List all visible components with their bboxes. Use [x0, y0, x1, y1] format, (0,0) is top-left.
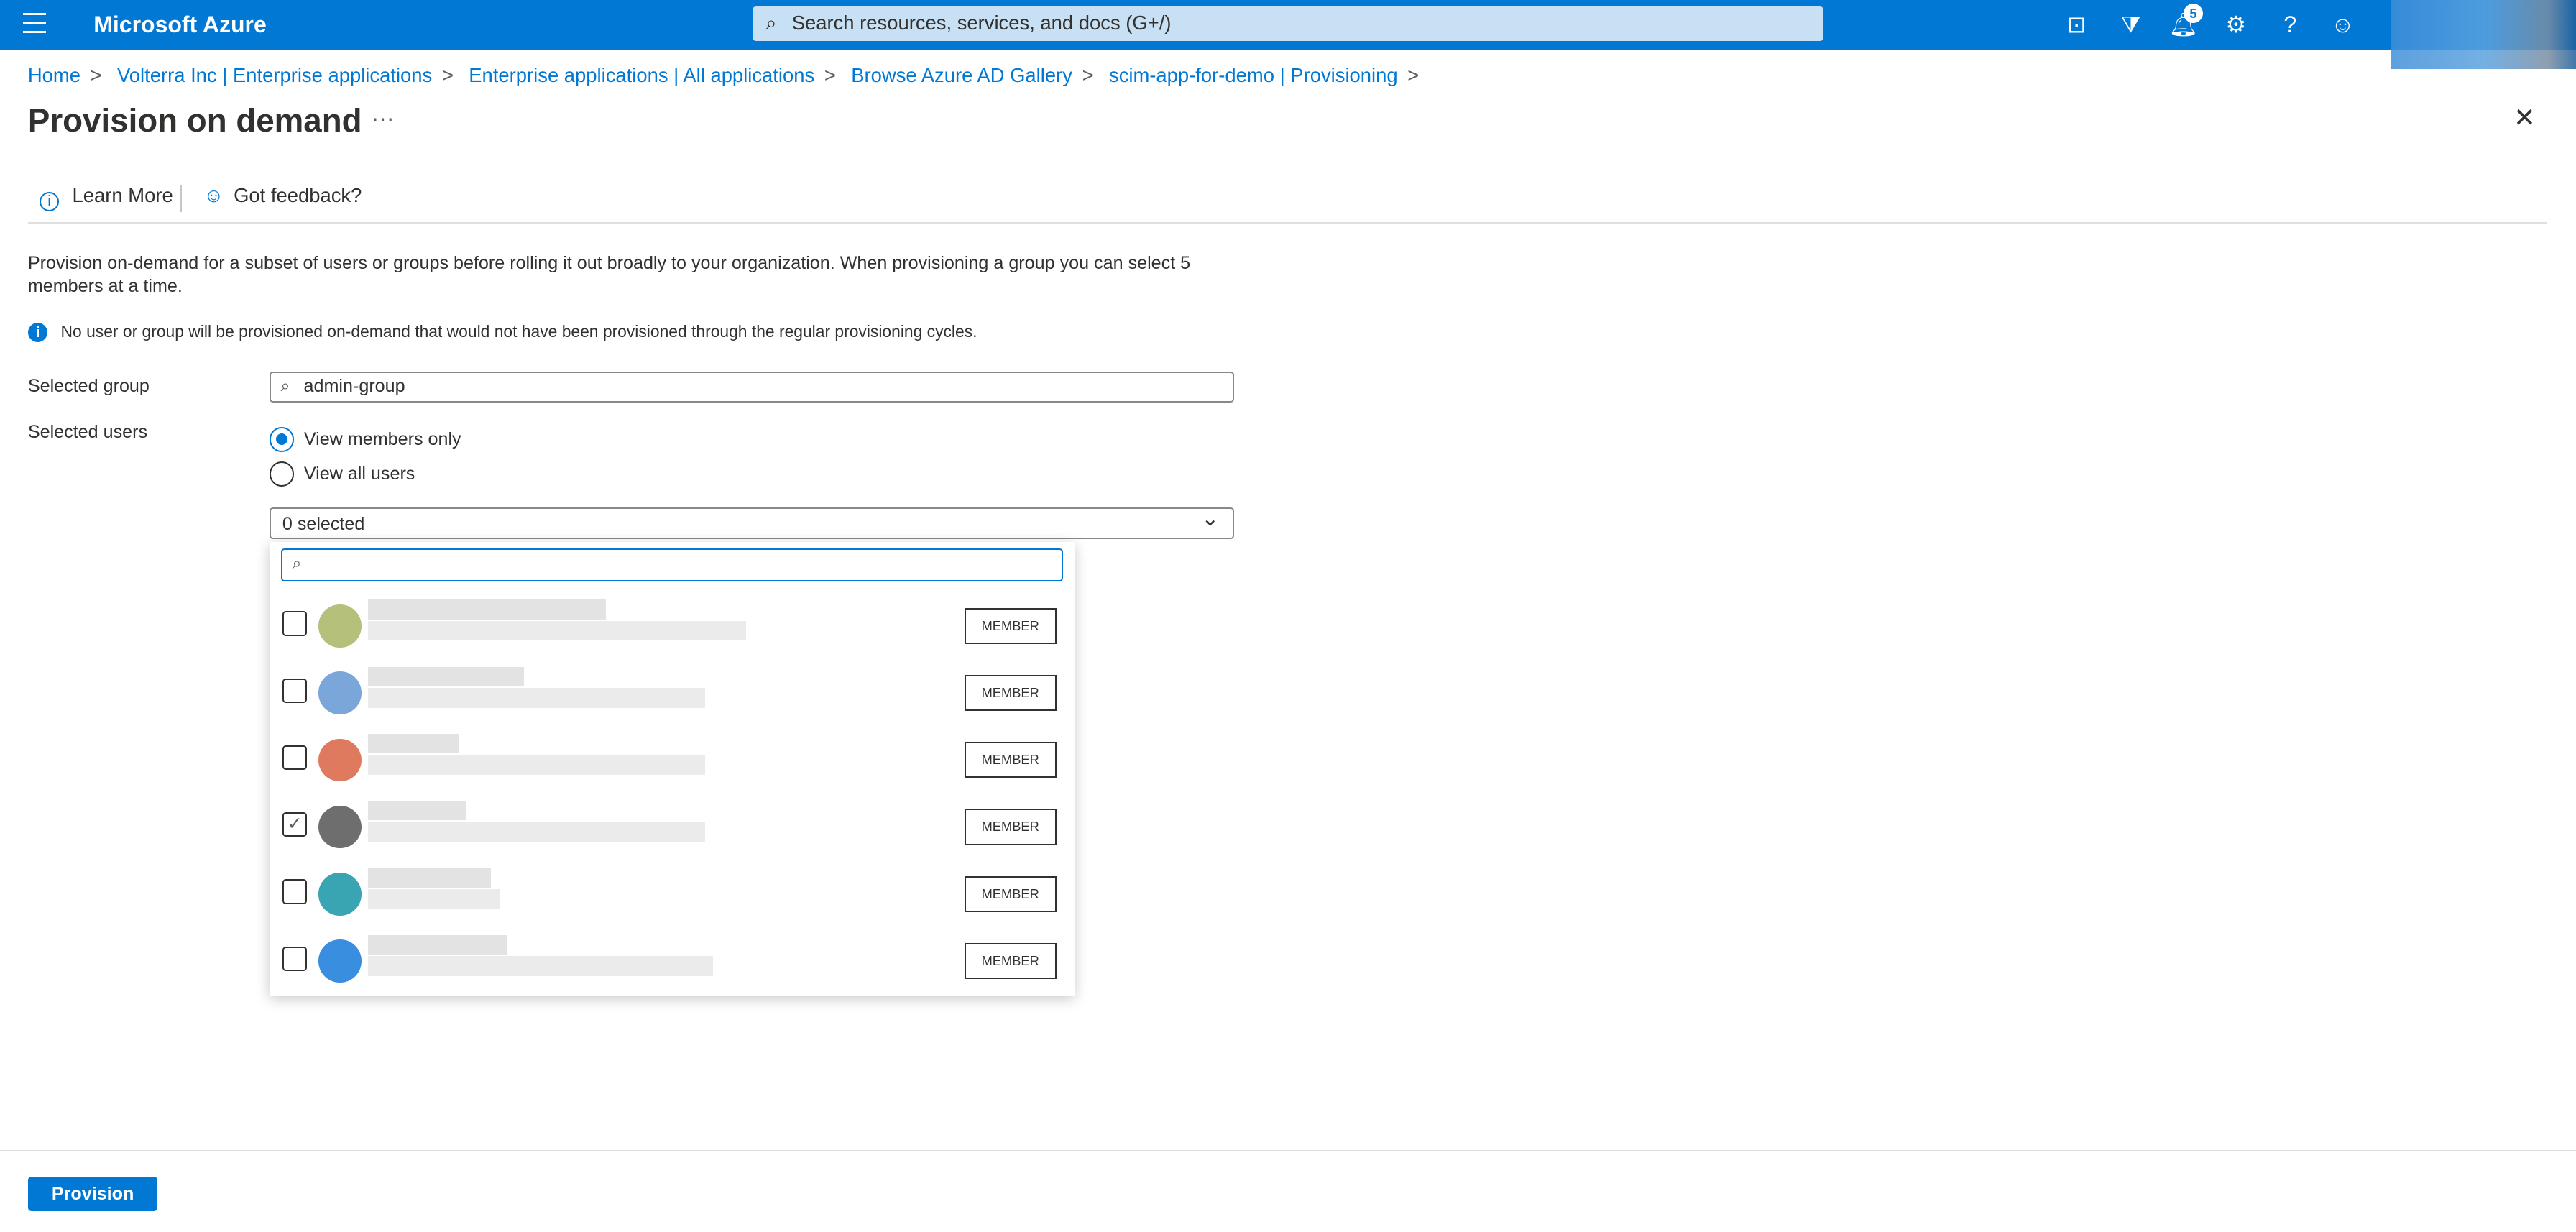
member-row[interactable]: MEMBER [270, 658, 1075, 726]
avatar [318, 939, 362, 983]
member-badge: MEMBER [964, 942, 1057, 980]
cloud-shell-icon[interactable]: ⊡ [2062, 10, 2092, 40]
selected-group-input[interactable]: ⌕ admin-group [269, 371, 1234, 403]
dropdown-value: 0 selected [282, 514, 365, 535]
blurred-email [367, 822, 705, 842]
info-message: i No user or group will be provisioned on… [27, 321, 978, 343]
help-icon[interactable]: ? [2276, 10, 2305, 40]
notification-badge: 5 [2183, 3, 2204, 23]
learn-more-label: Learn More [72, 183, 173, 206]
divider [27, 221, 2547, 224]
info-icon: i [27, 322, 48, 343]
selected-users-label: Selected users [27, 422, 148, 443]
member-badge: MEMBER [964, 875, 1057, 912]
blurred-name [367, 868, 492, 888]
avatar [318, 738, 362, 782]
blurred-email [367, 620, 746, 641]
member-badge: MEMBER [964, 742, 1057, 778]
users-dropdown-panel: ⌕ MEMBER MEMBER MEMBER ✓ MEMBER MEMBER ME… [269, 542, 1075, 996]
member-badge: MEMBER [964, 809, 1057, 845]
users-dropdown[interactable]: 0 selected ⌄ [269, 506, 1234, 539]
blurred-name [367, 934, 508, 955]
avatar [318, 873, 362, 916]
page-title: Provision on demand [27, 101, 362, 139]
member-row[interactable]: MEMBER [270, 927, 1075, 994]
selected-group-label: Selected group [27, 376, 150, 397]
gear-icon[interactable]: ⚙ [2221, 10, 2250, 40]
learn-more-button[interactable]: i Learn More [39, 183, 173, 211]
member-row[interactable]: ✓ MEMBER [270, 793, 1075, 860]
radio-unselected[interactable] [269, 461, 295, 487]
brand[interactable]: Microsoft Azure [93, 12, 267, 38]
feedback-icon: ☺ [203, 183, 224, 206]
info-text: No user or group will be provisioned on-… [60, 321, 978, 341]
blurred-name [367, 801, 467, 821]
blurred-email [367, 688, 705, 708]
footer-divider [0, 1149, 2576, 1151]
info-icon: i [39, 191, 60, 211]
description: Provision on-demand for a subset of user… [27, 252, 1191, 296]
blurred-name [367, 599, 607, 620]
avatar [318, 671, 362, 714]
blurred-name [367, 733, 459, 754]
member-row[interactable]: MEMBER [270, 592, 1075, 659]
member-row[interactable]: MEMBER [270, 725, 1075, 793]
search-icon: ⌕ [280, 376, 290, 395]
feedback-icon[interactable]: ☺ [2328, 10, 2358, 40]
blurred-email [367, 755, 705, 775]
search-icon: ⌕ [292, 553, 302, 572]
menu-icon[interactable] [22, 13, 46, 33]
feedback-button[interactable]: ☺ Got feedback? [203, 184, 362, 207]
breadcrumb-item[interactable]: Browse Azure AD Gallery [851, 64, 1072, 86]
group-value: admin-group [303, 376, 405, 397]
member-checkbox[interactable] [282, 678, 308, 703]
breadcrumb-item[interactable]: scim-app-for-demo | Provisioning [1109, 64, 1398, 86]
member-checkbox[interactable] [282, 611, 308, 636]
account-avatar[interactable] [2390, 0, 2576, 69]
search-placeholder: Search resources, services, and docs (G+… [791, 11, 1172, 34]
close-icon[interactable]: ✕ [2513, 102, 2536, 133]
member-checkbox[interactable] [282, 946, 308, 971]
radio-label: View all users [303, 464, 415, 484]
member-checkbox[interactable]: ✓ [282, 812, 308, 837]
breadcrumb-item[interactable]: Volterra Inc | Enterprise applications [117, 64, 432, 86]
avatar [318, 604, 362, 648]
blurred-name [367, 666, 525, 686]
member-badge: MEMBER [964, 674, 1057, 712]
top-bar: Microsoft Azure ⌕ Search resources, servi… [0, 0, 2576, 69]
member-checkbox[interactable] [282, 745, 308, 771]
member-badge: MEMBER [964, 607, 1057, 644]
radio-view-members-only[interactable]: View members only [269, 427, 461, 452]
breadcrumb: Home > Volterra Inc | Enterprise applicat… [27, 64, 1420, 87]
feedback-label: Got feedback? [234, 183, 362, 206]
member-row[interactable]: MEMBER [270, 860, 1075, 927]
breadcrumb-item[interactable]: Enterprise applications | All applicatio… [469, 64, 814, 86]
member-search-input[interactable]: ⌕ [280, 548, 1063, 582]
toolbar-divider [180, 185, 183, 212]
breadcrumb-item[interactable]: Home [28, 64, 80, 86]
global-search-input[interactable]: ⌕ Search resources, services, and docs (G… [752, 6, 1824, 42]
chevron-down-icon: ⌄ [1201, 506, 1220, 530]
provision-button[interactable]: Provision [27, 1176, 158, 1211]
search-icon: ⌕ [765, 11, 777, 34]
more-options-button[interactable]: ··· [372, 105, 395, 132]
avatar [318, 805, 362, 849]
directory-filter-icon[interactable]: ⧩ [2116, 10, 2145, 40]
member-checkbox[interactable] [282, 879, 308, 904]
blurred-email [367, 956, 713, 976]
radio-label: View members only [303, 429, 461, 450]
blurred-email [367, 889, 500, 909]
radio-selected[interactable] [269, 427, 295, 452]
radio-view-all-users[interactable]: View all users [269, 461, 415, 487]
